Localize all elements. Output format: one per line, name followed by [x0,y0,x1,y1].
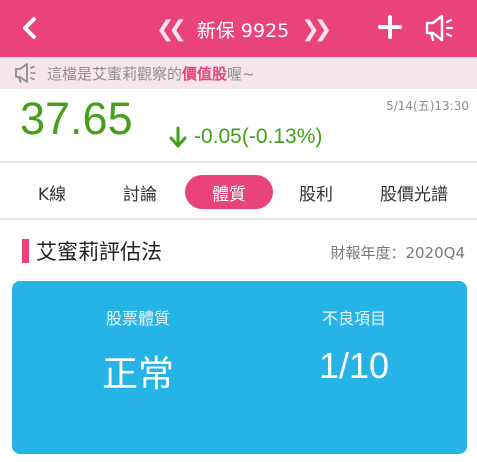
tab-dividend[interactable]: 股利 [282,175,350,209]
back-arrow-icon[interactable] [14,12,46,44]
divider [0,218,477,220]
tab-bar: K線 討論 體質 股利 股價光譜 [0,167,477,217]
defects-value: 1/10 [318,345,390,386]
tab-discussion[interactable]: 討論 [106,175,174,209]
tab-fundamentals[interactable]: 體質 [185,175,273,209]
notice-highlight: 價值股 [182,64,228,83]
divider [0,161,477,163]
defects-block: 不良項目 1/10 [264,305,444,387]
section-marker [22,239,29,263]
stock-switcher: ❮❮ 新保 9925 ❯❯ [156,14,332,44]
previous-stock-icon[interactable]: ❮❮ [156,17,187,42]
down-arrow-icon [169,126,187,148]
health-value: 正常 [101,353,174,394]
health-label: 股票體質 [105,309,170,328]
add-icon[interactable] [376,13,404,41]
assessment-card: 股票體質 正常 不良項目 1/10 [12,281,467,454]
health-block: 股票體質 正常 [48,305,228,397]
section-header: 艾蜜莉評估法 財報年度：2020Q4 [0,232,477,268]
top-bar: ❮❮ 新保 9925 ❯❯ [0,0,477,57]
price-change: -0.05(-0.13%) [194,125,323,148]
quote-datetime: 5/14(五)13:30 [386,99,469,113]
tab-price-spectrum[interactable]: 股價光譜 [368,175,460,209]
defects-label: 不良項目 [321,309,386,328]
section-title: 艾蜜莉評估法 [36,240,162,264]
fiscal-year: 財報年度：2020Q4 [330,244,465,262]
stock-price: 37.65 [20,93,133,144]
next-stock-icon[interactable]: ❯❯ [301,17,332,42]
quote-panel: 37.65 -0.05(-0.13%) 5/14(五)13:30 [0,89,477,161]
notice-banner: 這檔是艾蜜莉觀察的價值股喔~ [0,57,477,89]
notice-text: 這檔是艾蜜莉觀察的價值股喔~ [47,64,255,83]
stock-title: 新保 9925 [196,19,290,42]
megaphone-icon [15,63,36,83]
megaphone-icon[interactable] [422,11,456,45]
tab-kline[interactable]: K線 [18,175,86,209]
